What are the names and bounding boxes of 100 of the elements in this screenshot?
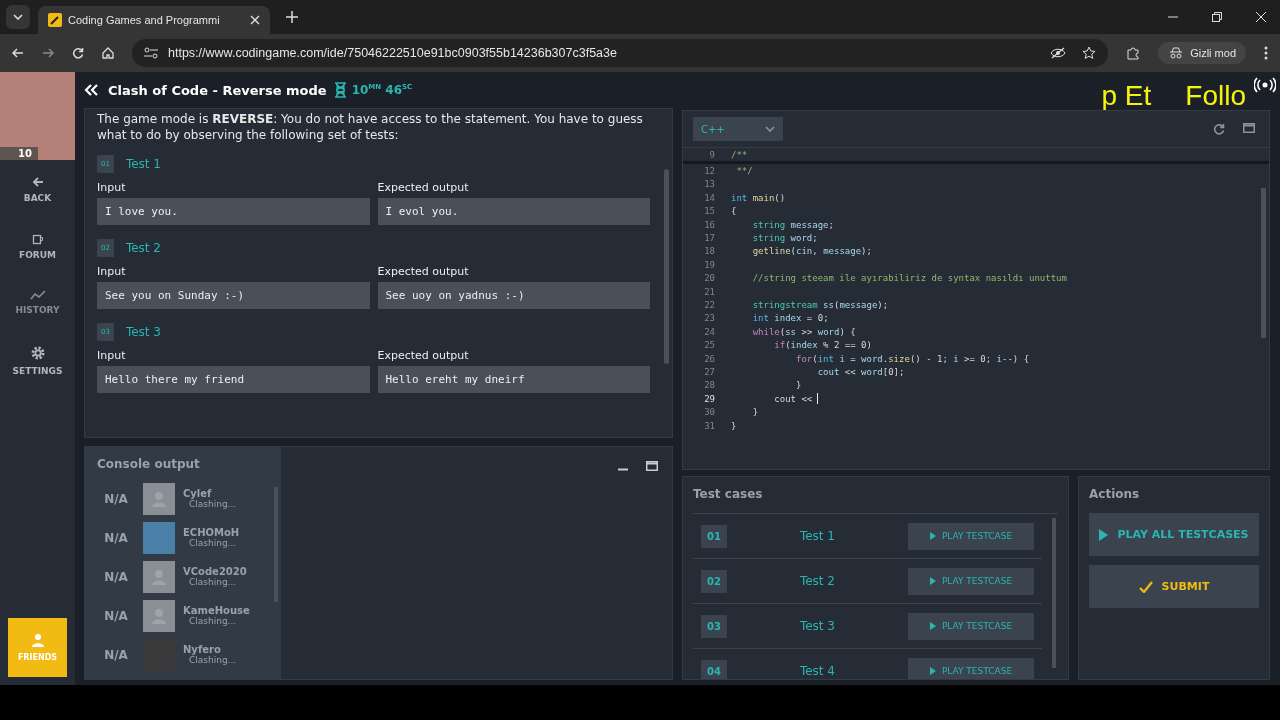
test-title: Test 3 bbox=[125, 325, 161, 339]
site-settings-icon[interactable] bbox=[144, 47, 158, 59]
test-number-badge: 03 bbox=[701, 614, 727, 638]
sidebar-item[interactable]: SETTINGS bbox=[0, 339, 75, 382]
line-number: 31 bbox=[703, 420, 716, 431]
play-icon bbox=[1099, 528, 1109, 541]
restore-icon[interactable] bbox=[1212, 12, 1222, 22]
player-name: VCode2020 bbox=[183, 566, 247, 577]
address-field[interactable]: https://www.codingame.com/ide/75046222510e91bc0903f55b14236b307c3f5a3e bbox=[132, 39, 1109, 67]
line-number: 14 bbox=[703, 192, 716, 203]
code-line: string word; bbox=[751, 233, 818, 244]
test-number-badge: 01 bbox=[701, 524, 727, 548]
maximize-icon[interactable] bbox=[646, 461, 658, 471]
language-dropdown[interactable]: C++ bbox=[693, 117, 783, 141]
puzzle-icon[interactable] bbox=[1126, 46, 1141, 60]
back-arrow-icon[interactable] bbox=[12, 47, 24, 59]
output-label: Expected output bbox=[377, 265, 470, 278]
line-number: 28 bbox=[703, 380, 716, 391]
line-number: 30 bbox=[703, 407, 716, 418]
line-number: 15 bbox=[703, 206, 716, 217]
expected-output-value: I evol you. bbox=[377, 198, 650, 225]
player-score: N/A bbox=[103, 530, 129, 545]
code-line: string message; bbox=[751, 219, 834, 230]
code-line: int index = 0; bbox=[751, 313, 829, 324]
tab-list-button[interactable] bbox=[6, 5, 30, 29]
chevron-down-icon bbox=[13, 14, 23, 20]
expected-output-value: Hello ereht my dneirf bbox=[377, 366, 650, 393]
player-status: Clashing... bbox=[189, 577, 238, 587]
reset-icon[interactable] bbox=[1213, 123, 1225, 135]
browser-tab[interactable]: Coding Games and Programmi bbox=[38, 6, 270, 34]
home-icon[interactable] bbox=[102, 47, 114, 59]
player-name: KameHouse bbox=[183, 605, 250, 616]
line-number: 29 bbox=[703, 393, 716, 404]
star-icon[interactable] bbox=[1082, 46, 1097, 60]
play-icon bbox=[929, 667, 936, 675]
more-icon[interactable] bbox=[1264, 46, 1268, 60]
settings-icon bbox=[29, 345, 46, 361]
player-status: Clashing... bbox=[189, 616, 238, 626]
checkmark-icon bbox=[1138, 580, 1153, 593]
player-score: N/A bbox=[103, 569, 129, 584]
input-value: Hello there my friend bbox=[97, 366, 370, 393]
code-line: stringstream ss(message); bbox=[751, 300, 889, 310]
line-number: 26 bbox=[703, 353, 716, 364]
code-line: //string steeam ile ayırabiliriz de syntax nasıldı unuttum bbox=[751, 273, 1067, 284]
input-label: Input bbox=[97, 349, 127, 362]
panel-title: Console output bbox=[97, 457, 201, 471]
sidebar-item[interactable]: FORUM bbox=[0, 227, 75, 266]
test-number-badge: 04 bbox=[701, 659, 727, 679]
code-line: /** bbox=[730, 149, 748, 160]
player-score: N/A bbox=[103, 608, 129, 623]
eye-slash-icon[interactable] bbox=[1050, 47, 1067, 59]
text-cursor bbox=[817, 393, 819, 405]
player-status: Clashing... bbox=[189, 538, 238, 548]
code-line: cout << word[0]; bbox=[816, 366, 905, 377]
code-line: **/ bbox=[735, 166, 753, 177]
close-icon[interactable] bbox=[250, 15, 260, 25]
code-line: cout << bbox=[773, 393, 813, 404]
line-number: 20 bbox=[703, 273, 716, 284]
code-line: } bbox=[730, 420, 737, 431]
play-all-button[interactable]: PLAY ALL TESTCASES bbox=[1089, 513, 1259, 556]
stream-overlay-text: p Et bbox=[1101, 82, 1152, 110]
play-testcase-button[interactable]: PLAY TESTCASE bbox=[908, 522, 1034, 550]
double-chevron-left-icon[interactable] bbox=[84, 84, 98, 96]
chevron-down-icon bbox=[765, 126, 775, 132]
timer: 10$^{MN}$ 46$^{SC}$ bbox=[351, 83, 413, 97]
play-testcase-button[interactable]: PLAY TESTCASE bbox=[908, 612, 1034, 640]
line-chart-icon bbox=[29, 290, 46, 300]
line-number: 27 bbox=[703, 366, 716, 377]
test-name: Test 4 bbox=[798, 664, 836, 678]
page-title: Clash of Code - Reverse mode bbox=[108, 82, 327, 98]
line-number: 25 bbox=[703, 340, 716, 351]
forward-arrow-icon[interactable] bbox=[42, 47, 54, 59]
scrollbar[interactable] bbox=[1261, 188, 1266, 338]
broadcast-icon bbox=[1254, 77, 1276, 93]
submit-button[interactable]: SUBMIT bbox=[1089, 565, 1259, 608]
code-line: } bbox=[751, 407, 759, 418]
play-testcase-button[interactable]: PLAY TESTCASE bbox=[908, 567, 1034, 595]
player-score: N/A bbox=[103, 647, 129, 662]
incognito-icon bbox=[1168, 47, 1185, 59]
input-value: See you on Sunday :-) bbox=[97, 282, 370, 309]
pen-icon bbox=[48, 13, 62, 27]
expected-output-value: See uoy on yadnus :-) bbox=[377, 282, 650, 309]
play-icon bbox=[929, 622, 936, 630]
sidebar-item[interactable]: BACK bbox=[0, 170, 75, 209]
maximize-icon[interactable] bbox=[1243, 123, 1255, 133]
statement-text: The game mode is REVERSE: You do not have access to the statement. You have to guess what to do by observing the following set of tests: bbox=[97, 111, 644, 143]
player-name: Cylef bbox=[183, 488, 212, 499]
play-testcase-button[interactable]: PLAY TESTCASE bbox=[908, 657, 1034, 679]
close-icon[interactable] bbox=[1256, 12, 1266, 22]
scrollbar[interactable] bbox=[664, 169, 669, 364]
code-line: if(index % 2 == 0) bbox=[773, 340, 872, 351]
input-label: Input bbox=[97, 181, 127, 194]
reload-icon[interactable] bbox=[72, 47, 84, 59]
stream-overlay-text: Follo bbox=[1185, 82, 1246, 110]
scrollbar[interactable] bbox=[1052, 518, 1056, 668]
person-icon bbox=[30, 633, 45, 647]
player-status: Clashing... bbox=[189, 499, 237, 509]
panel-title: Test cases bbox=[693, 487, 764, 501]
incognito-profile-button[interactable]: Gizli mod bbox=[1158, 42, 1246, 64]
plus-icon[interactable] bbox=[286, 11, 298, 23]
